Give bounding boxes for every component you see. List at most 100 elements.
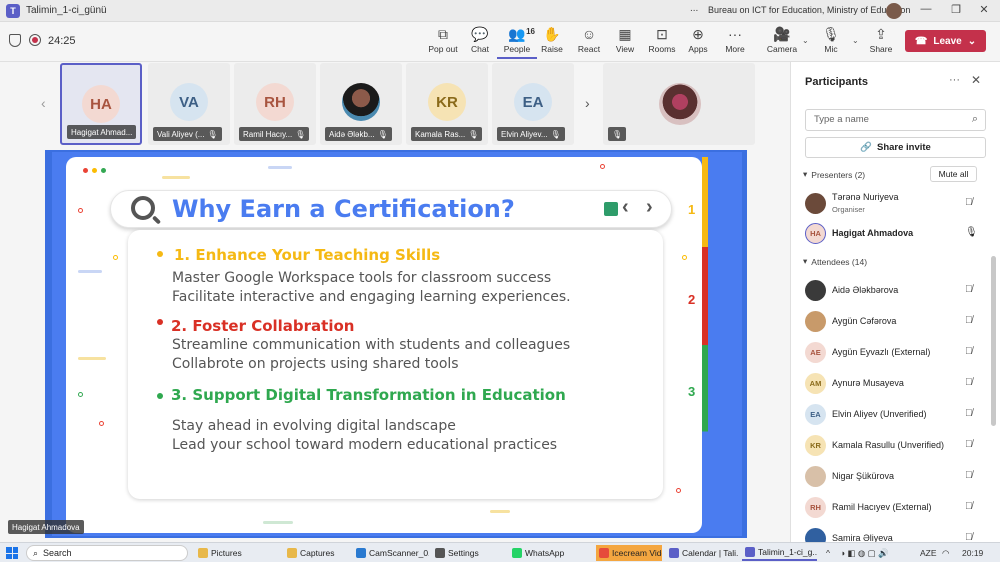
people-label: People [503, 44, 531, 54]
mute-all-button[interactable]: Mute all [930, 166, 977, 182]
taskbar-app-pictures[interactable]: Pictures [195, 545, 281, 561]
section-number: 2 [688, 292, 696, 307]
close-icon[interactable]: ✕ [971, 73, 981, 87]
mic-off-icon: 🎙̸ [965, 284, 973, 295]
participant-row[interactable]: Aygün Cəfərova 🎙̸ [791, 308, 991, 336]
video-tile-aide[interactable]: Aidə Ələkb... 🎙 [320, 63, 402, 145]
pop-out-label: Pop out [428, 44, 458, 54]
decoration [600, 164, 605, 169]
chevron-down-icon: ▾ [803, 256, 808, 266]
account-avatar[interactable] [886, 3, 902, 19]
organization-name: Bureau on ICT for Education, Ministry of… [708, 5, 911, 15]
section-line: Lead your school toward modern education… [172, 437, 558, 453]
participant-row[interactable]: KR Kamala Rasullu (Unverified) 🎙̸ [791, 432, 991, 460]
meeting-timer: 24:25 [48, 35, 76, 47]
video-tile-self[interactable]: 🎙 [603, 63, 755, 145]
chat-button[interactable]: 💬 Chat [460, 25, 500, 59]
tile-name-tag: Hagigat Ahmad... [67, 125, 137, 139]
tile-name: Kamala Ras... [415, 129, 466, 139]
decoration [78, 270, 102, 273]
presenters-section-toggle[interactable]: ▾ Presenters (2) [803, 169, 865, 180]
share-invite-button[interactable]: 🔗 Share invite [805, 137, 986, 158]
ellipsis-icon[interactable]: ··· [949, 74, 960, 86]
participant-row[interactable]: Tərənə Nuriyeva Organiser 🎙̸ [791, 190, 991, 218]
mic-off-icon: 🎙̸ [965, 439, 973, 450]
taskbar-search[interactable]: ⌕ Search [26, 545, 188, 561]
taskbar-app-settings[interactable]: Settings [432, 545, 506, 561]
participant-row[interactable]: AE Aygün Eyvazlı (External) 🎙̸ [791, 339, 991, 367]
gear-icon [435, 548, 445, 558]
participant-row[interactable]: Samira Əliyeva 🎙̸ [791, 525, 991, 542]
video-tile-hagigat[interactable]: HA Hagigat Ahmad... [60, 63, 142, 145]
section-line: Collabrote on projects using shared tool… [172, 356, 459, 372]
folder-icon [198, 548, 208, 558]
video-tile-ramil[interactable]: RH Ramil Hacıy... 🎙 [234, 63, 316, 145]
more-options-icon[interactable]: ... [690, 3, 698, 14]
participant-name: Aidə Ələkbərova [832, 285, 899, 295]
people-button[interactable]: 👥 16 People [497, 25, 537, 59]
more-button[interactable]: ··· More [715, 25, 755, 59]
taskbar-app-meeting[interactable]: Talimin_1-ci_g... [742, 545, 817, 561]
camera-button[interactable]: 🎥 Camera [762, 25, 802, 59]
video-tile-elvin[interactable]: EA Elvin Aliyev... 🎙 [492, 63, 574, 145]
decoration [268, 166, 292, 169]
avatar [805, 193, 826, 214]
system-clock[interactable]: 20:19 [962, 548, 983, 558]
participant-name: Aygün Eyvazlı (External) [832, 347, 931, 357]
more-label: More [725, 44, 745, 54]
tray-app-icons[interactable]: ◑ ◧ ◍ ▢ 🔊 [840, 548, 889, 559]
mic-button[interactable]: 🎙 Mic [811, 25, 851, 59]
close-window-button[interactable]: ✕ [974, 3, 994, 16]
search-participants[interactable]: ⌕ [805, 109, 986, 131]
taskbar-app-camscanner[interactable]: CamScanner_0... [353, 545, 429, 561]
section-heading: 2. Foster Collabration [171, 317, 355, 335]
tray-chevron-up-icon[interactable]: ^ [826, 548, 830, 558]
chevron-left-icon: ‹ [622, 196, 629, 218]
camera-options-chevron-icon[interactable]: ⌄ [802, 36, 809, 45]
strip-next-arrow-icon[interactable]: › [585, 95, 590, 111]
strip-prev-arrow-icon[interactable]: ‹ [41, 95, 46, 111]
raise-hand-button[interactable]: ✋ Raise [532, 25, 572, 59]
video-tile-vali[interactable]: VA Vali Aliyev (... 🎙 [148, 63, 230, 145]
language-indicator[interactable]: AZE [920, 548, 937, 558]
video-tile-kamala[interactable]: KR Kamala Ras... 🎙 [406, 63, 488, 145]
participant-row[interactable]: Aidə Ələkbərova 🎙̸ [791, 277, 991, 305]
attendees-section-toggle[interactable]: ▾ Attendees (14) [803, 256, 867, 267]
maximize-button[interactable]: ❐ [946, 3, 966, 16]
rooms-button[interactable]: ⊡ Rooms [642, 25, 682, 59]
chevron-right-icon: › [646, 196, 653, 218]
task-label: WhatsApp [525, 548, 565, 558]
mic-off-icon: 🎙 [822, 26, 840, 42]
pop-out-button[interactable]: ⧉ Pop out [423, 25, 463, 59]
wifi-icon[interactable]: ◠ [942, 548, 949, 559]
task-label: Pictures [211, 548, 242, 558]
taskbar-app-whatsapp[interactable]: WhatsApp [509, 545, 593, 561]
mic-off-icon: 🎙 [295, 129, 306, 139]
participant-row[interactable]: Nigar Şükürova 🎙̸ [791, 463, 991, 491]
view-button[interactable]: ▦ View [605, 25, 645, 59]
participant-row[interactable]: HA Hagigat Ahmadova 🎙 [791, 220, 991, 248]
folder-icon [287, 548, 297, 558]
taskbar-app-calendar[interactable]: Calendar | Tali... [666, 545, 738, 561]
leave-button[interactable]: ☎ Leave ⌄ [905, 30, 986, 52]
apps-icon: ⊕ [692, 26, 704, 42]
share-icon: ⇪ [875, 26, 887, 42]
react-button[interactable]: ☺ React [569, 25, 609, 59]
mic-options-chevron-icon[interactable]: ⌄ [852, 36, 859, 45]
participant-row[interactable]: EA Elvin Aliyev (Unverified) 🎙̸ [791, 401, 991, 429]
search-input[interactable] [814, 114, 964, 125]
share-button[interactable]: ⇪ Share [861, 25, 901, 59]
panel-scrollbar[interactable] [991, 256, 996, 426]
leave-chevron-icon[interactable]: ⌄ [968, 36, 976, 47]
taskbar-app-icecream[interactable]: Icecream Vide... [596, 545, 662, 561]
magnifier-icon [131, 196, 155, 220]
section-heading: 3. Support Digital Transformation in Edu… [171, 386, 566, 404]
windows-start-icon[interactable] [6, 547, 18, 559]
mic-off-icon: 🎙̸ [965, 408, 973, 419]
minimize-button[interactable]: — [916, 3, 936, 15]
apps-button[interactable]: ⊕ Apps [678, 25, 718, 59]
participant-row[interactable]: AM Aynurə Musayeva 🎙̸ [791, 370, 991, 398]
taskbar-app-captures[interactable]: Captures [284, 545, 350, 561]
participant-row[interactable]: RH Ramil Hacıyev (External) 🎙̸ [791, 494, 991, 522]
windows-taskbar: ⌕ Search Pictures Captures CamScanner_0.… [0, 542, 1000, 562]
